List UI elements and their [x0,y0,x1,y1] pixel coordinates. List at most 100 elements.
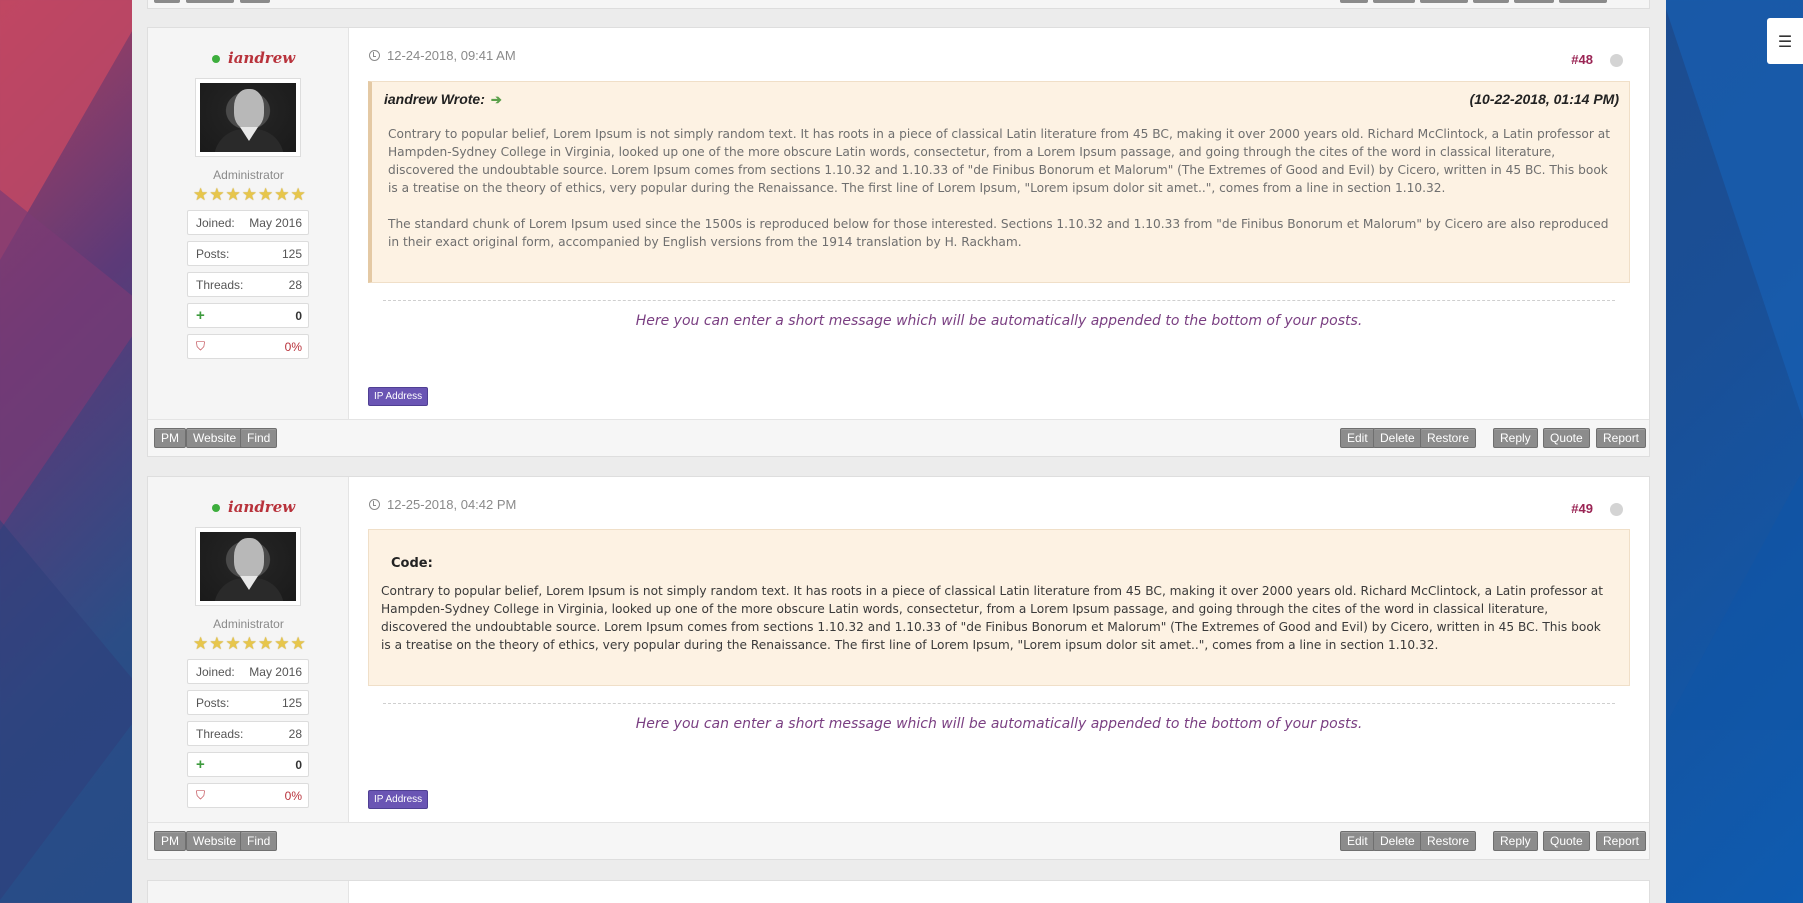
previous-post-button[interactable] [1420,0,1468,3]
stat-reputation[interactable]: +0 [187,303,309,328]
stat-posts[interactable]: Posts: 125 [187,690,309,715]
edit-button[interactable]: Edit [1340,428,1375,448]
previous-post-button[interactable] [240,0,270,3]
reply-button[interactable]: Reply [1493,428,1538,448]
warning-value: 0% [284,788,302,803]
stat-value: May 2016 [249,215,302,230]
signature-divider [383,300,1615,301]
avatar[interactable] [195,78,301,157]
pm-button[interactable]: PM [154,428,186,448]
star-icon: ★ [258,185,274,205]
goto-post-arrow-icon[interactable]: ➔ [491,92,502,107]
stat-value: 125 [281,695,302,710]
warning-value: 0% [284,339,302,354]
previous-post-button[interactable] [1340,0,1368,3]
stat-value: 28 [288,726,302,741]
stat-warning[interactable]: ⛉ 0% [187,783,309,808]
user-stars: ★ ★ ★ ★ ★ ★ ★ [193,636,306,653]
star-icon: ★ [274,185,290,205]
previous-post-button[interactable] [1373,0,1415,3]
clock-icon [369,499,380,510]
previous-post-button[interactable] [154,0,180,3]
previous-post-button[interactable] [186,0,234,3]
stat-threads[interactable]: Threads: 28 [187,272,309,297]
post-footer: PM Website Find Edit Delete Restore Repl… [148,822,1649,859]
stat-label: Joined: [196,664,235,679]
previous-post-button[interactable] [1473,0,1509,3]
author-username-link[interactable]: iandrew [228,49,295,67]
post-body: 12-24-2018, 09:41 AM #48 iandrew Wrote: ➔… [349,28,1649,419]
ip-address-button[interactable]: IP Address [368,387,429,406]
website-button[interactable]: Website [186,428,244,448]
ip-address-button[interactable]: IP Address [368,790,429,809]
star-icon: ★ [193,634,209,654]
report-button[interactable]: Report [1596,831,1647,851]
stat-value: 28 [288,277,302,292]
restore-button[interactable]: Restore [1420,428,1477,448]
user-stars: ★ ★ ★ ★ ★ ★ ★ [193,187,306,204]
code-block: Code: Contrary to popular belief, Lorem … [368,529,1630,686]
post [147,880,1650,903]
star-icon: ★ [193,185,209,205]
post-footer: PM Website Find Edit Delete Restore Repl… [148,419,1649,456]
quote-button[interactable]: Quote [1543,831,1590,851]
avatar-image [200,532,296,601]
delete-button[interactable]: Delete [1373,428,1422,448]
stat-label: Threads: [196,277,244,292]
stat-value: 125 [281,246,302,261]
quote-author: iandrew Wrote: [384,91,485,107]
find-button[interactable]: Find [240,428,278,448]
background-shape [0,190,150,530]
stat-threads[interactable]: Threads: 28 [187,721,309,746]
star-icon: ★ [258,634,274,654]
star-icon: ★ [241,634,257,654]
stat-label: Joined: [196,215,235,230]
delete-button[interactable]: Delete [1373,831,1422,851]
quote-header: iandrew Wrote: ➔ (10-22-2018, 01:14 PM) [384,91,1619,108]
post-number-link[interactable]: #49 [1571,501,1593,516]
restore-button[interactable]: Restore [1420,831,1477,851]
post-author-panel [148,881,349,903]
report-button[interactable]: Report [1596,428,1647,448]
reply-button[interactable]: Reply [1493,831,1538,851]
signature: Here you can enter a short message which… [635,313,1363,329]
reputation-plus-icon: + [196,756,205,773]
previous-post-button[interactable] [1559,0,1607,3]
stat-joined: Joined: May 2016 [187,659,309,684]
avatar[interactable] [195,527,301,606]
post-date-text: 12-25-2018, 04:42 PM [387,497,517,512]
quote-text: Contrary to popular belief, Lorem Ipsum … [388,125,1613,251]
find-button[interactable]: Find [240,831,278,851]
user-role: Administrator [213,617,284,631]
star-icon: ★ [290,634,306,654]
stat-value: May 2016 [249,664,302,679]
website-button[interactable]: Website [186,831,244,851]
quote-paragraph: Contrary to popular belief, Lorem Ipsum … [388,127,1611,195]
post-body: 12-25-2018, 04:42 PM #49 Code: Contrary … [349,477,1649,822]
previous-post-button[interactable] [1514,0,1554,3]
stat-label: Threads: [196,726,244,741]
stat-posts[interactable]: Posts: 125 [187,241,309,266]
code-text: Contrary to popular belief, Lorem Ipsum … [381,584,1604,652]
clock-icon [369,50,380,61]
quote-button[interactable]: Quote [1543,428,1590,448]
pm-button[interactable]: PM [154,831,186,851]
author-username-link[interactable]: iandrew [228,498,295,516]
stat-label: Posts: [196,695,230,710]
previous-post-footer [147,0,1650,9]
reputation-value: 0 [295,757,302,772]
post-number-link[interactable]: #48 [1571,52,1593,67]
stat-reputation[interactable]: +0 [187,752,309,777]
star-icon: ★ [209,185,225,205]
hamburger-menu-icon[interactable]: ☰ [1767,18,1803,64]
avatar-image [200,83,296,152]
star-icon: ★ [290,185,306,205]
quote-paragraph: The standard chunk of Lorem Ipsum used s… [388,217,1609,249]
star-icon: ★ [225,185,241,205]
warning-shield-icon: ⛉ [196,788,206,802]
edit-button[interactable]: Edit [1340,831,1375,851]
stat-warning[interactable]: ⛉ 0% [187,334,309,359]
signature-divider [383,703,1615,704]
post: iandrew Administrator ★ ★ ★ ★ ★ ★ ★ Join… [147,476,1650,860]
post-status-icon [1610,503,1623,516]
